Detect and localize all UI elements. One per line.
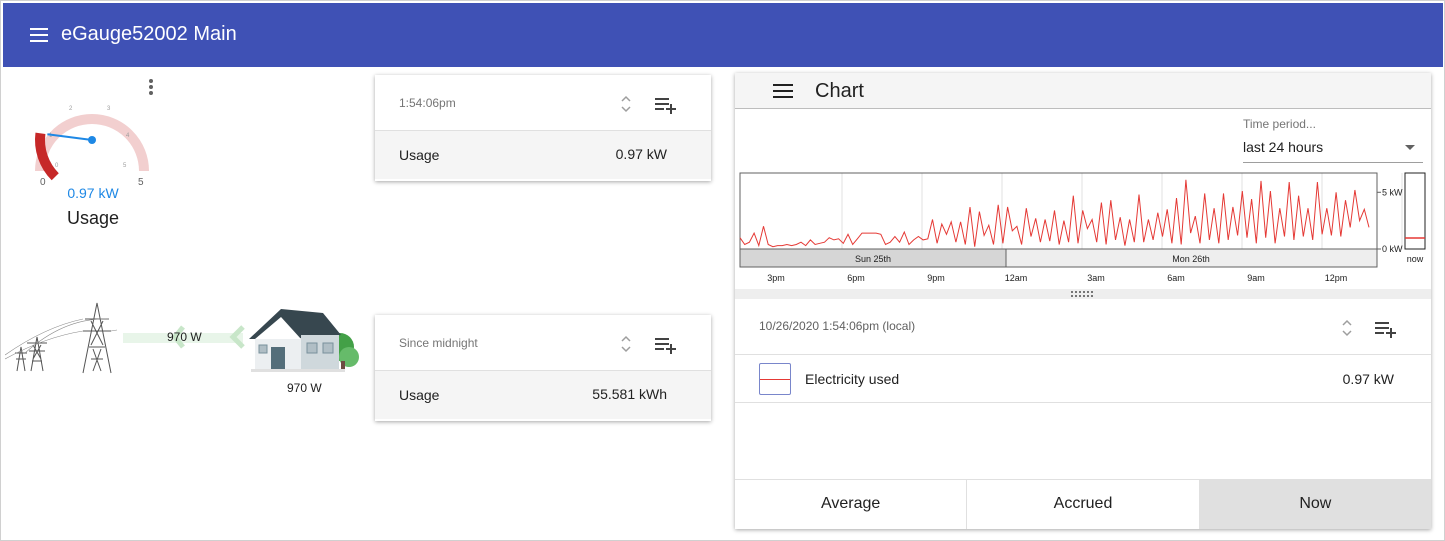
x-tick-label: 9pm: [927, 273, 945, 283]
card-timestamp: 1:54:06pm: [399, 96, 456, 110]
tab-average[interactable]: Average: [735, 480, 968, 529]
flow-watts-grid: 970 W: [167, 330, 202, 344]
svg-text:0: 0: [55, 163, 59, 169]
power-flow: 970 W 970 W: [5, 297, 365, 407]
more-vert-icon[interactable]: [145, 77, 157, 97]
panel-resize-handle[interactable]: [735, 289, 1431, 299]
app-bar: eGauge52002 Main: [3, 3, 1443, 67]
tab-accrued[interactable]: Accrued: [967, 480, 1200, 529]
unfold-icon[interactable]: [1340, 317, 1354, 339]
x-tick-label: 12pm: [1325, 273, 1348, 283]
cursor-datetime: 10/26/2020 1:54:06pm (local): [759, 319, 916, 333]
menu-icon[interactable]: [773, 82, 793, 100]
playlist-add-icon[interactable]: [1375, 319, 1399, 339]
playlist-add-icon[interactable]: [655, 95, 679, 115]
series-color-swatch[interactable]: [759, 363, 791, 395]
card-header: Since midnight: [375, 315, 711, 371]
legend-label: Electricity used: [805, 371, 900, 387]
time-period-value: last 24 hours: [1243, 139, 1324, 155]
cursor-detail-header: 10/26/2020 1:54:06pm (local): [735, 299, 1431, 355]
x-tick-label: 6pm: [847, 273, 865, 283]
flow-watts-house: 970 W: [287, 381, 322, 395]
card-row-label: Usage: [399, 147, 440, 163]
day-label: Mon 26th: [1172, 254, 1210, 264]
x-tick-label: 6am: [1167, 273, 1185, 283]
unfold-icon[interactable]: [619, 333, 633, 355]
house-icon: [249, 309, 359, 372]
menu-icon[interactable]: [27, 23, 51, 47]
series-line: [739, 179, 1370, 248]
x-tick-label: 3pm: [767, 273, 785, 283]
card-row-value: 55.581 kWh: [592, 386, 667, 402]
gauge-value: 0.97 kW: [67, 185, 119, 201]
unfold-icon[interactable]: [619, 93, 633, 115]
svg-text:3: 3: [107, 106, 111, 112]
y-tick-label: 5 kW: [1382, 187, 1403, 197]
drag-handle-icon: [1071, 291, 1093, 297]
gauge-label: Usage: [66, 208, 120, 228]
svg-text:2: 2: [69, 106, 73, 112]
select-underline: [1243, 162, 1423, 163]
x-tick-label: 12am: [1005, 273, 1028, 283]
card-header: 1:54:06pm: [375, 75, 711, 131]
mode-tabs: Average Accrued Now: [735, 479, 1431, 529]
playlist-add-icon[interactable]: [655, 335, 679, 355]
legend-row[interactable]: Electricity used 0.97 kW: [735, 355, 1431, 403]
legend-value: 0.97 kW: [1342, 371, 1394, 387]
y-tick-label: 0 kW: [1382, 244, 1403, 254]
card-row-label: Usage: [399, 387, 440, 403]
time-period-select[interactable]: Time period... last 24 hours: [1243, 117, 1423, 163]
card-row-value: 0.97 kW: [615, 146, 667, 162]
card-row: Usage 0.97 kW: [375, 131, 711, 179]
app-title: eGauge52002 Main: [61, 23, 237, 45]
x-tick-label: 3am: [1087, 273, 1105, 283]
tab-now[interactable]: Now: [1199, 480, 1431, 529]
page: eGauge52002 Main 012 345 0 5 0.97 kW Usa…: [0, 0, 1445, 541]
swatch-line: [760, 379, 790, 380]
dropdown-arrow-icon: [1405, 145, 1415, 150]
chart-title: Chart: [815, 80, 864, 102]
usage-now-card: 1:54:06pm Usage 0.97 kW: [375, 75, 711, 181]
usage-since-midnight-card: Since midnight Usage 55.581 kWh: [375, 315, 711, 421]
now-label: now: [1407, 254, 1424, 264]
usage-gauge[interactable]: 012 345 0 5 0.97 kW Usage: [19, 77, 169, 237]
card-row: Usage 55.581 kWh: [375, 371, 711, 419]
svg-text:5: 5: [123, 163, 127, 169]
chart-panel: Chart Time period... last 24 hours 0 kW 5…: [735, 73, 1431, 529]
usage-line-chart[interactable]: 0 kW 5 kW Sun 25th Mon 26th 3pm 6pm 9pm 12am 3…: [735, 169, 1431, 291]
chart-header: Chart: [735, 73, 1431, 109]
time-period-label: Time period...: [1243, 117, 1316, 131]
day-label: Sun 25th: [855, 254, 891, 264]
x-tick-label: 9am: [1247, 273, 1265, 283]
card-period: Since midnight: [399, 336, 478, 350]
